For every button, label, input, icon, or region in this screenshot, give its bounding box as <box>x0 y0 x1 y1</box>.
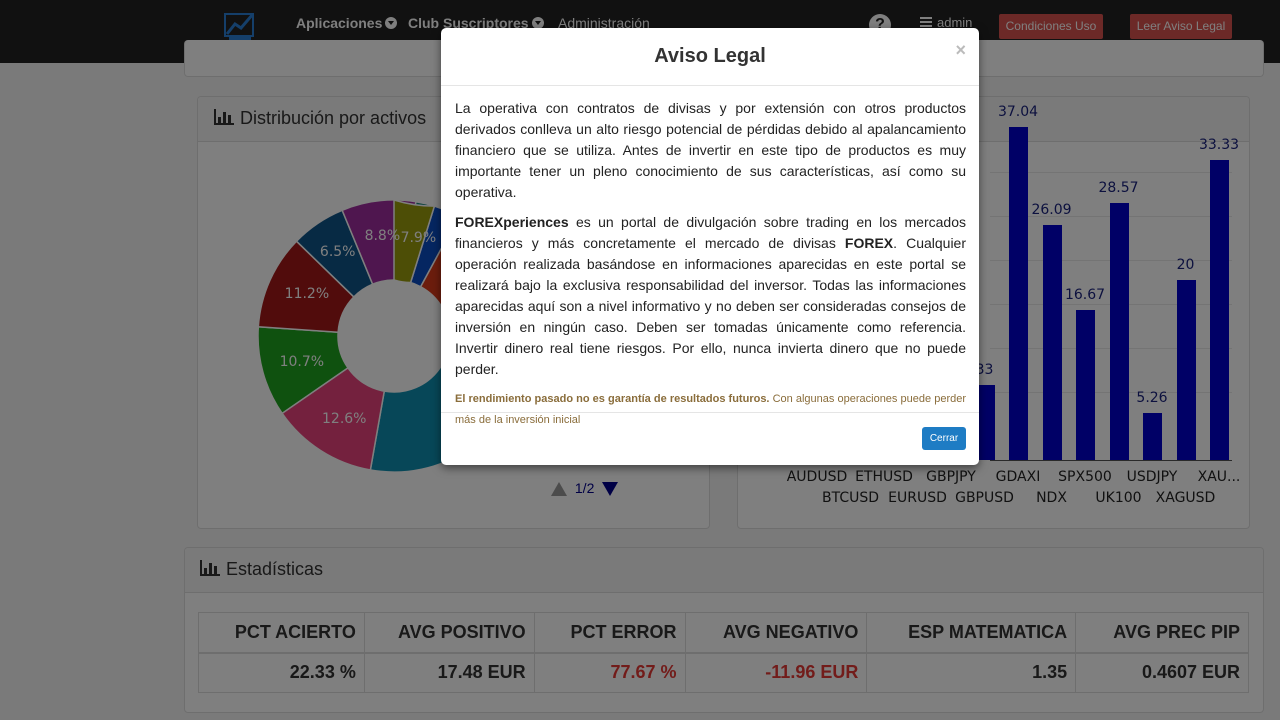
modal-body: La operativa con contratos de divisas y … <box>455 98 966 440</box>
modal-header: Aviso Legal × <box>441 28 979 86</box>
close-button[interactable]: Cerrar <box>922 427 966 450</box>
close-icon[interactable]: × <box>955 40 966 61</box>
forex-label: FOREX <box>844 235 894 251</box>
legal-notice-modal: Aviso Legal × La operativa con contratos… <box>441 28 979 465</box>
modal-footer: Cerrar <box>441 412 979 465</box>
legal-paragraph-1: La operativa con contratos de divisas y … <box>455 100 966 200</box>
disclaimer-bold: El rendimiento pasado no es garantía de … <box>455 393 770 405</box>
legal-paragraph-2-b: . Cualquier operación realizada basándos… <box>455 235 967 377</box>
brand-name: FOREXperiences <box>455 214 569 230</box>
legal-paragraph-2: FOREXperiences es un portal de divulgaci… <box>455 212 966 380</box>
modal-title: Aviso Legal <box>654 45 766 67</box>
